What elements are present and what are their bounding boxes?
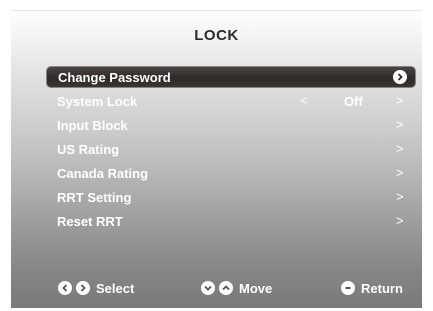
menu-item-system-lock[interactable]: System Lock < Off >	[46, 90, 416, 114]
chevron-right-icon: >	[396, 117, 404, 132]
return-circle-icon	[341, 281, 355, 295]
return-hint-label: Return	[361, 281, 403, 296]
menu-item-us-rating[interactable]: US Rating >	[46, 138, 416, 162]
menu-item-change-password[interactable]: Change Password	[46, 66, 416, 88]
chevron-right-icon: >	[396, 213, 404, 228]
menu-item-reset-rrt[interactable]: Reset RRT >	[46, 210, 416, 234]
page-title: LOCK	[194, 27, 239, 44]
menu-item-label: System Lock	[57, 94, 138, 109]
menu-item-rrt-setting[interactable]: RRT Setting >	[46, 186, 416, 210]
menu-item-canada-rating[interactable]: Canada Rating >	[46, 162, 416, 186]
menu-item-input-block[interactable]: Input Block >	[46, 114, 416, 138]
menu-item-label: Reset RRT	[57, 214, 123, 229]
chevron-left-icon[interactable]: <	[300, 93, 308, 108]
menu-item-label: Input Block	[57, 118, 128, 133]
lock-menu-panel: LOCK Change Password System Lock < Off >…	[11, 10, 422, 308]
chevron-right-icon: >	[396, 189, 404, 204]
chevron-right-circle-icon	[393, 70, 407, 84]
lock-menu-list: Change Password System Lock < Off > Inpu…	[46, 66, 416, 234]
menu-item-label: US Rating	[57, 142, 120, 157]
top-divider	[11, 10, 422, 11]
chevron-right-icon: >	[396, 165, 404, 180]
chevron-right-icon[interactable]: >	[396, 93, 404, 108]
right-circle-icon	[76, 281, 90, 295]
menu-item-label: Canada Rating	[57, 166, 149, 181]
move-hint-label: Move	[239, 281, 273, 296]
button-hint-bar: Select Move Return	[11, 280, 422, 300]
chevron-right-icon: >	[396, 141, 404, 156]
down-circle-icon	[201, 281, 215, 295]
left-circle-icon	[58, 281, 72, 295]
up-circle-icon	[219, 281, 233, 295]
system-lock-value: Off	[344, 94, 363, 109]
select-hint-label: Select	[96, 281, 135, 296]
menu-item-label: RRT Setting	[57, 190, 132, 205]
menu-item-label: Change Password	[58, 70, 171, 85]
